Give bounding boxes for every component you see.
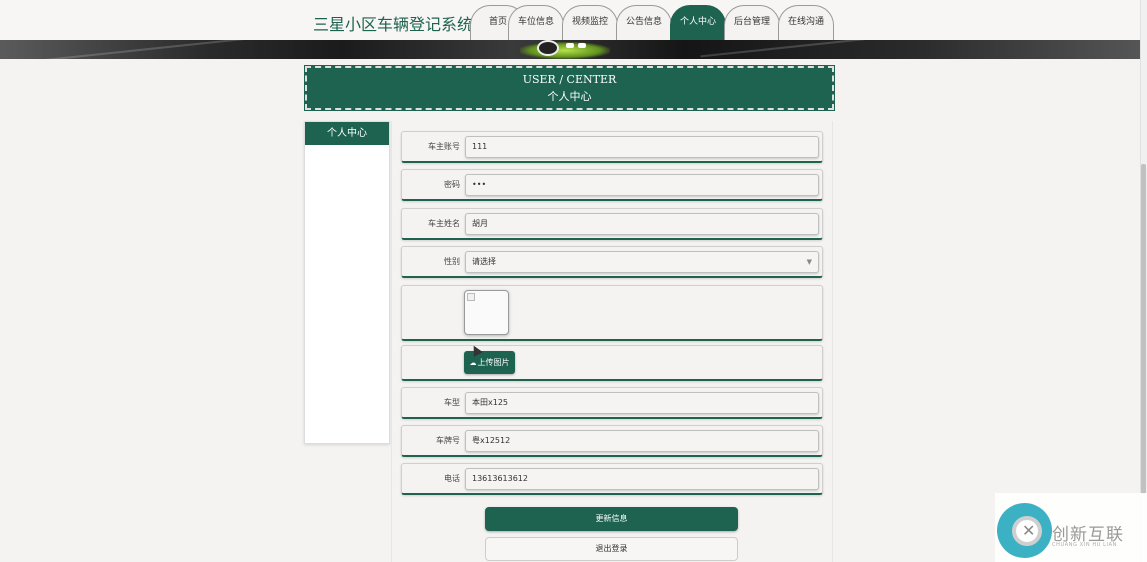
sidebar-item-personal-center[interactable]: 个人中心 [305,122,389,145]
nav-tab-online-chat[interactable]: 在线沟通 [778,5,834,41]
form-row-password: 密码 ••• [401,169,823,201]
site-title: 三星小区车辆登记系统 [313,15,474,34]
form-row-account: 车主账号 111 [401,131,823,163]
owner-name-label: 车主姓名 [428,219,460,228]
form-row-upload: ☁上传图片 [401,345,823,381]
chevron-down-icon: ▼ [806,258,812,266]
upload-image-button[interactable]: ☁上传图片 [464,351,515,374]
nav-tab-parking-info[interactable]: 车位信息 [508,5,564,41]
car-logo-icon [537,40,559,56]
form-row-plate-number: 车牌号 粤x12512 [401,425,823,457]
password-label: 密码 [444,180,460,189]
nav-tab-video-monitor[interactable]: 视频监控 [562,5,618,41]
sidebar: 个人中心 [304,121,390,444]
phone-label: 电话 [444,474,460,483]
form-row-gender: 性别 请选择 ▼ [401,246,823,278]
car-model-label: 车型 [444,398,460,407]
nav-tab-personal-center[interactable]: 个人中心 [670,5,726,41]
page-heading-cn: 个人中心 [547,90,592,103]
plate-number-input[interactable]: 粤x12512 [465,430,819,452]
logout-button[interactable]: 退出登录 [485,537,738,561]
phone-input[interactable]: 13613613612 [465,468,819,490]
page-heading-en: USER / CENTER [522,73,617,86]
cloud-upload-icon: ☁ [469,359,477,367]
account-input[interactable]: 111 [465,136,819,158]
carousel-dot[interactable] [578,43,586,48]
form-row-owner-name: 车主姓名 胡月 [401,208,823,240]
car-model-input[interactable]: 本田x125 [465,392,819,414]
avatar-image-preview [464,290,509,335]
password-input[interactable]: ••• [465,174,819,196]
gender-select[interactable]: 请选择 ▼ [465,251,819,273]
gender-select-value: 请选择 [472,257,496,266]
broken-image-icon [467,293,475,301]
form-row-phone: 电话 13613613612 [401,463,823,495]
nav-tab-admin[interactable]: 后台管理 [724,5,780,41]
update-info-button[interactable]: 更新信息 [485,507,738,531]
nav-tab-announcements[interactable]: 公告信息 [616,5,672,41]
scrollbar-thumb[interactable] [1141,164,1146,494]
gender-label: 性别 [444,257,460,266]
account-label: 车主账号 [428,142,460,151]
page-heading: USER / CENTER 个人中心 [304,65,835,111]
form-row-image [401,285,823,341]
watermark-subtext: CHUANG XIN HU LIAN [1052,542,1117,548]
carousel-dot[interactable] [566,43,574,48]
plate-number-label: 车牌号 [436,436,460,445]
owner-name-input[interactable]: 胡月 [465,213,819,235]
upload-button-label: 上传图片 [477,358,510,367]
form-row-car-model: 车型 本田x125 [401,387,823,419]
watermark-logo-icon: ✕ [1012,516,1042,546]
